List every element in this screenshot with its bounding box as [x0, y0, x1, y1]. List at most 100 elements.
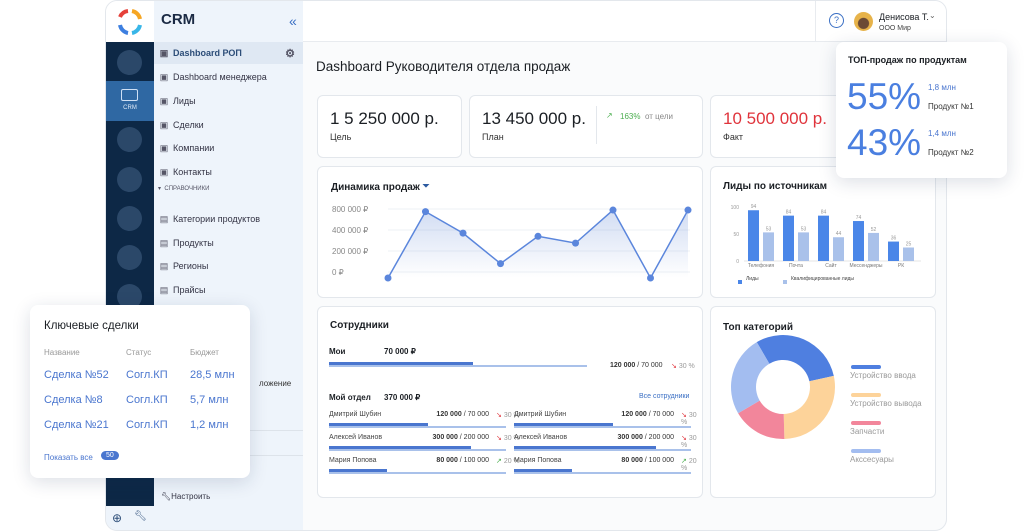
deal-cell: 28,5 млн — [190, 369, 235, 381]
employee-name[interactable]: Алексей Иванов — [329, 434, 382, 441]
bar — [763, 232, 774, 261]
mine-delta: ↘ 30 % — [671, 363, 695, 370]
trophy-icon: ▣ — [159, 71, 169, 82]
employee-ratio: 120 000 / 70 000 — [621, 411, 674, 418]
plus-circle-icon[interactable]: ⊕ — [112, 511, 122, 525]
employee-name[interactable]: Дмитрий Шубин — [329, 411, 381, 418]
sidebar-item-label: Продукты — [173, 238, 214, 248]
employee-name[interactable]: Дмитрий Шубин — [514, 411, 566, 418]
employee-ratio: 300 000 / 200 000 — [617, 434, 674, 441]
sidebar-item-partial[interactable]: ложение — [259, 379, 291, 388]
sidebar-item[interactable]: ▣ Компании — [154, 137, 303, 159]
sidebar-item[interactable]: ▤ Прайсы — [154, 279, 303, 301]
module-icon[interactable] — [117, 245, 142, 270]
bar — [888, 241, 899, 261]
show-all-link[interactable]: Показать все — [44, 453, 93, 462]
sidebar-item[interactable]: ▣ Лиды — [154, 90, 303, 112]
sidebar-item-label: Сделки — [173, 120, 204, 130]
chevrons-left-icon[interactable]: « — [289, 13, 297, 29]
sidebar-item[interactable]: ▣ Dashboard РОП ⚙ — [154, 42, 303, 64]
avatar[interactable] — [854, 12, 873, 31]
employee-ratio: 80 000 / 100 000 — [436, 457, 489, 464]
legend-swatch — [783, 280, 787, 284]
mine-progress — [329, 362, 587, 367]
legend-label: Устройство вывода — [850, 399, 922, 408]
sidebar-item[interactable]: ▤ Категории продуктов — [154, 208, 303, 230]
employee-progress — [514, 469, 691, 474]
employee-name[interactable]: Мария Попова — [329, 457, 376, 464]
kpi-label: Факт — [723, 132, 744, 142]
product-name: Продукт №2 — [928, 148, 974, 157]
module-icon[interactable] — [117, 206, 142, 231]
user-name[interactable]: Денисова Т. — [879, 12, 929, 22]
key-deals-card: Ключевые сделки Показать все 50 Название… — [30, 305, 250, 478]
product-share: 55% — [847, 76, 922, 117]
module-icon[interactable] — [117, 127, 142, 152]
module-icon[interactable] — [117, 167, 142, 192]
donut-slice — [756, 335, 834, 382]
section-label: СПРАВОЧНИКИ — [164, 186, 210, 192]
kpi-delta-text: от цели — [645, 112, 673, 121]
donut-slice — [783, 375, 835, 439]
all-employees-link[interactable]: Все сотрудники — [639, 393, 689, 400]
sales-dynamics-card: Динамика продаж ⏷ 800 000 ₽400 000 ₽200 … — [317, 166, 703, 298]
bar — [853, 221, 864, 261]
deal-link[interactable]: Сделка №8 — [44, 394, 103, 406]
module-icon[interactable] — [117, 50, 142, 75]
settings-link[interactable]: 🔧︎Настроить — [161, 492, 210, 501]
kpi-goal: 1 5 250 000 р. Цель — [317, 95, 462, 158]
data-point — [497, 260, 504, 268]
data-label: 94 — [751, 204, 757, 210]
area-fill — [388, 210, 688, 278]
data-label: 84 — [821, 210, 827, 216]
column-header: Статус — [126, 348, 152, 357]
dept-label: Мой отдел — [329, 393, 371, 402]
sidebar-item[interactable]: ▣ Контакты — [154, 161, 303, 183]
top-bar: ? Денисова Т. ООО Мир ⌄ — [303, 1, 946, 42]
legend-label: Устройство ввода — [850, 371, 916, 380]
deal-link[interactable]: Сделка №52 — [44, 369, 109, 381]
employee-name[interactable]: Мария Попова — [514, 457, 561, 464]
gear-icon[interactable]: ⚙ — [285, 47, 295, 60]
section-references[interactable]: ▾ СПРАВОЧНИКИ — [158, 185, 209, 192]
employee-ratio: 120 000 / 70 000 — [436, 411, 489, 418]
sidebar-item-label: Прайсы — [173, 285, 206, 295]
employee-progress — [514, 446, 691, 451]
question-icon[interactable]: ? — [829, 13, 844, 28]
module-crm[interactable]: CRM — [106, 81, 154, 121]
product-share: 43% — [847, 122, 922, 163]
kpi-label: Цель — [330, 132, 352, 142]
product-name: Продукт №1 — [928, 102, 974, 111]
chevron-down-icon[interactable]: ⌄ — [929, 11, 936, 20]
x-tick-label: Почта — [789, 263, 803, 269]
legend-swatch — [851, 365, 881, 369]
sidebar-item[interactable]: ▤ Продукты — [154, 232, 303, 254]
data-label: 52 — [871, 227, 877, 233]
page-title: Dashboard Руководителя отдела продаж — [316, 59, 571, 74]
deal-cell: Согл.КП — [126, 419, 168, 431]
employees-card: Сотрудники Мои 70 000 ₽ 120 000 / 70 000… — [317, 306, 703, 498]
sidebar-item[interactable]: ▣ Сделки — [154, 114, 303, 136]
sidebar-item[interactable]: ▣ Dashboard менеджера — [154, 66, 303, 88]
sidebar-item-label: Dashboard менеджера — [173, 72, 267, 82]
employee-name[interactable]: Алексей Иванов — [514, 434, 567, 441]
sidebar-item[interactable]: ▤ Регионы — [154, 255, 303, 277]
wrench-icon[interactable]: 🔧︎ — [134, 511, 147, 522]
logo-icon — [118, 9, 142, 35]
bar — [868, 232, 879, 261]
card-title: ТОП-продаж по продуктам — [848, 55, 967, 65]
crm-header: CRM « — [154, 1, 303, 42]
deal-link[interactable]: Сделка №21 — [44, 419, 109, 431]
y-tick-label: 400 000 ₽ — [332, 226, 368, 235]
sidebar-item-label: Контакты — [173, 167, 212, 177]
product-amount: 1,4 млн — [928, 129, 956, 138]
search-people-icon: ▣ — [159, 95, 169, 106]
deal-cell: 1,2 млн — [190, 419, 229, 431]
employee-progress — [329, 469, 506, 474]
kpi-value: 1 5 250 000 р. — [330, 109, 439, 128]
bar — [818, 215, 829, 261]
kpi-value: 10 500 000 р. — [723, 109, 827, 128]
data-point — [422, 208, 429, 216]
data-label: 36 — [891, 236, 897, 242]
product-amount: 1,8 млн — [928, 83, 956, 92]
